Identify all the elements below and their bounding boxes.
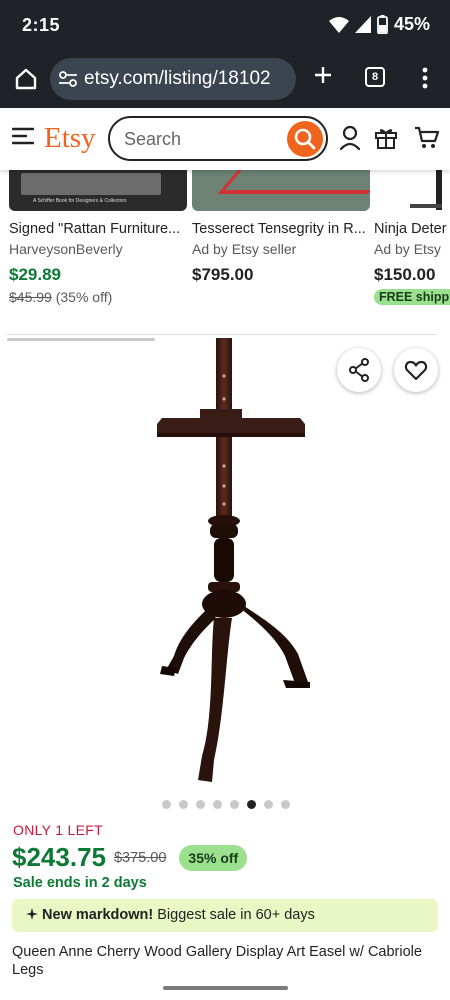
heart-icon: [404, 360, 428, 381]
sale-ends-note: Sale ends in 2 days: [13, 875, 147, 891]
section-divider: [7, 334, 437, 335]
gift-icon[interactable]: [374, 124, 398, 150]
markdown-text: Biggest sale in 60+ days: [153, 907, 315, 923]
cart-icon[interactable]: [414, 125, 440, 149]
pagination-dot[interactable]: [230, 800, 239, 809]
listing-image[interactable]: [0, 336, 450, 792]
status-bar: 2:15 45%: [0, 0, 450, 52]
image-progress-bar: [7, 338, 155, 341]
tab-switcher-button[interactable]: 8: [365, 67, 385, 87]
related-card-image[interactable]: [192, 170, 370, 211]
related-card[interactable]: A Schiffer Book for Designers & Collecto…: [9, 170, 187, 305]
related-card-price: $795.00: [192, 265, 254, 284]
site-settings-icon[interactable]: [58, 70, 78, 88]
markdown-title: New markdown!: [42, 907, 154, 923]
price-row: $243.75 $375.00 35% off: [12, 842, 248, 873]
related-items-carousel: A Schiffer Book for Designers & Collecto…: [0, 170, 450, 310]
related-card-image[interactable]: A Schiffer Book for Designers & Collecto…: [9, 170, 187, 211]
favorite-button[interactable]: [394, 348, 438, 392]
current-price: $243.75: [12, 842, 106, 872]
url-text[interactable]: etsy.com/listing/18102: [84, 68, 271, 90]
pagination-dot[interactable]: [179, 800, 188, 809]
search-icon: [294, 128, 316, 150]
menu-icon[interactable]: [12, 127, 34, 145]
thumb-caption: A Schiffer Book for Designers & Collecto…: [33, 198, 127, 204]
related-card-seller[interactable]: Ad by Etsy seller: [192, 241, 370, 257]
related-card-title[interactable]: Tesserect Tensegrity in R...: [192, 221, 370, 237]
stock-note: ONLY 1 LEFT: [13, 822, 103, 838]
wifi-icon: [328, 16, 349, 33]
original-price: $375.00: [113, 849, 167, 866]
easel-photo: [157, 338, 310, 782]
free-shipping-badge: FREE shipping: [374, 289, 450, 305]
related-card-seller[interactable]: Ad by Etsy: [374, 241, 450, 257]
pagination-dot[interactable]: [281, 800, 290, 809]
markdown-banner: New markdown! Biggest sale in 60+ days: [12, 899, 438, 932]
discount-badge: 35% off: [179, 844, 248, 871]
pagination-dot[interactable]: [162, 800, 171, 809]
etsy-header: Etsy: [0, 108, 450, 170]
discount-text: (35% off): [55, 289, 113, 305]
battery-icon: [377, 15, 388, 34]
battery-percent: 45%: [393, 14, 430, 34]
related-card[interactable]: Tesserect Tensegrity in R... Ad by Etsy …: [192, 170, 370, 285]
share-icon: [349, 358, 369, 382]
image-pagination-dots: [162, 800, 290, 809]
related-card[interactable]: Ninja Deter Ad by Etsy $150.00 FREE ship…: [374, 170, 450, 306]
original-price: $45.99: [9, 289, 52, 305]
system-icons: 45%: [328, 14, 430, 35]
related-card-price: $29.89: [9, 265, 61, 284]
etsy-logo[interactable]: Etsy: [44, 122, 96, 155]
address-bar[interactable]: etsy.com/listing/18102: [50, 58, 296, 100]
status-time: 2:15: [22, 15, 61, 35]
related-card-original: $45.99 (35% off): [9, 289, 187, 305]
more-vert-icon[interactable]: [416, 66, 434, 90]
related-card-price: $150.00: [374, 265, 436, 284]
related-card-seller[interactable]: HarveysonBeverly: [9, 241, 187, 257]
sparkle-icon: [26, 908, 38, 920]
cell-signal-icon: [354, 16, 371, 33]
gesture-bar[interactable]: [163, 986, 288, 990]
home-icon[interactable]: [13, 66, 39, 92]
new-tab-plus-icon[interactable]: [312, 64, 334, 86]
related-card-image[interactable]: [374, 170, 450, 211]
pagination-dot[interactable]: [264, 800, 273, 809]
pagination-dot[interactable]: [196, 800, 205, 809]
share-button[interactable]: [337, 348, 381, 392]
pagination-dot[interactable]: [247, 800, 256, 809]
search-box: [108, 116, 328, 161]
related-card-title[interactable]: Ninja Deter: [374, 221, 450, 237]
pagination-dot[interactable]: [213, 800, 222, 809]
related-card-title[interactable]: Signed "Rattan Furniture...: [9, 221, 187, 237]
search-input[interactable]: [124, 127, 274, 151]
search-button[interactable]: [287, 121, 323, 157]
account-icon[interactable]: [339, 125, 361, 151]
browser-toolbar: etsy.com/listing/18102 8: [0, 52, 450, 108]
listing-title: Queen Anne Cherry Wood Gallery Display A…: [12, 944, 422, 978]
